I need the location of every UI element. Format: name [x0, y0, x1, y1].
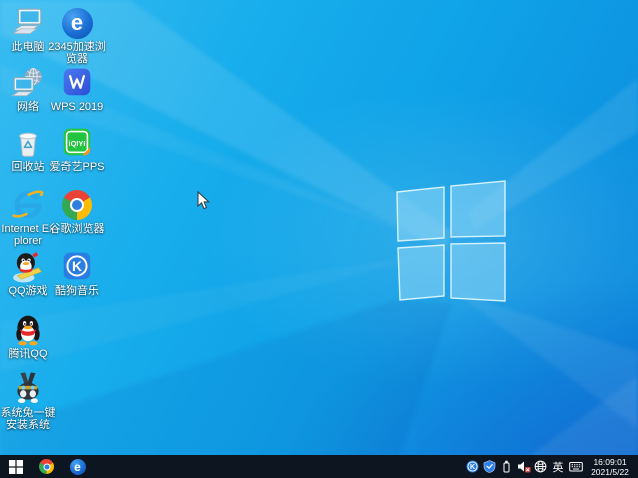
desktop-icon-iqiyi[interactable]: iQIYI 爱奇艺PPS — [46, 126, 108, 173]
mouse-cursor — [197, 190, 211, 215]
tray-ime-language-button[interactable]: 英 — [550, 459, 566, 475]
kugou-icon: K — [60, 250, 94, 284]
2345-e-letter: e — [70, 10, 84, 35]
taskbar-2345-browser-button[interactable]: e — [64, 455, 91, 478]
desktop-icon-label: 爱奇艺PPS — [49, 161, 105, 173]
desktop-icon-2345-browser[interactable]: e 2345加速浏览器 — [46, 6, 108, 65]
recycle-bin-icon — [11, 126, 45, 160]
2345-taskbar-icon: e — [69, 458, 86, 475]
tray-usb-device-button[interactable] — [499, 459, 514, 474]
windows-desktop: 此电脑 e 2345加速浏览器 网络 WPS 2019 回收站 iQIYI 爱奇… — [0, 0, 638, 478]
windows-start-icon — [8, 459, 23, 474]
taskbar-chrome-button[interactable] — [33, 455, 60, 478]
network-globe-icon — [534, 460, 547, 473]
chrome-icon — [60, 188, 94, 222]
tencent-qq-icon — [11, 313, 45, 347]
2345-browser-icon: e — [60, 6, 94, 40]
wps-icon — [60, 66, 94, 100]
tray-security-shield-button[interactable] — [482, 459, 497, 474]
desktop-icon-label: 系统兔一键安装系统 — [0, 407, 56, 431]
qq-games-icon — [11, 250, 45, 284]
desktop-icon-wps[interactable]: WPS 2019 — [46, 66, 108, 113]
desktop-icon-system-rabbit[interactable]: 系统兔一键安装系统 — [0, 372, 57, 431]
clock-date: 2021/5/22 — [591, 466, 629, 477]
desktop-icon-label: 酷狗音乐 — [55, 285, 99, 297]
system-tray: K 英 16:09:01 2021/5/22 — [465, 457, 638, 477]
desktop-icon-label: 腾讯QQ — [8, 348, 48, 360]
chrome-taskbar-icon — [39, 459, 54, 474]
tray-kugou-button[interactable]: K — [465, 459, 480, 474]
desktop-icon-tencent-qq[interactable]: 腾讯QQ — [0, 313, 57, 360]
desktop-icon-label: 谷歌浏览器 — [49, 223, 105, 235]
start-button[interactable] — [2, 455, 29, 478]
desktop-icon-label: WPS 2019 — [50, 101, 104, 113]
tray-volume-muted-button[interactable] — [516, 459, 531, 474]
clock-time: 16:09:01 — [593, 456, 627, 467]
taskbar-clock[interactable]: 16:09:01 2021/5/22 — [585, 457, 635, 477]
taskbar: e K 英 16:09:01 2021/5/22 — [0, 455, 638, 478]
kugou-letter: K — [72, 258, 82, 274]
desktop-icon-label: 网络 — [17, 101, 39, 113]
kugou-tray-icon: K — [466, 460, 479, 473]
network-icon — [11, 66, 45, 100]
desktop-icon-label: QQ游戏 — [8, 285, 48, 297]
kugou-tray-letter: K — [470, 464, 475, 471]
iqiyi-icon: iQIYI — [60, 126, 94, 160]
touch-keyboard-icon — [568, 462, 583, 472]
tray-touch-keyboard-button[interactable] — [568, 459, 583, 474]
security-shield-icon — [483, 460, 496, 473]
desktop-icon-kugou[interactable]: K 酷狗音乐 — [46, 250, 108, 297]
2345-e-letter: e — [74, 459, 81, 474]
desktop-icon-label: 此电脑 — [11, 41, 45, 53]
system-rabbit-icon — [11, 372, 45, 406]
desktop-icon-label: 回收站 — [11, 161, 45, 173]
internet-explorer-icon — [11, 188, 45, 222]
iqiyi-wordmark: iQIYI — [69, 139, 86, 148]
desktop-icon-chrome[interactable]: 谷歌浏览器 — [46, 188, 108, 235]
usb-device-icon — [503, 460, 510, 473]
tray-network-globe-button[interactable] — [533, 459, 548, 474]
desktop-icon-label: 2345加速浏览器 — [48, 41, 106, 65]
speaker-muted-icon — [517, 461, 530, 473]
this-pc-icon — [11, 6, 45, 40]
